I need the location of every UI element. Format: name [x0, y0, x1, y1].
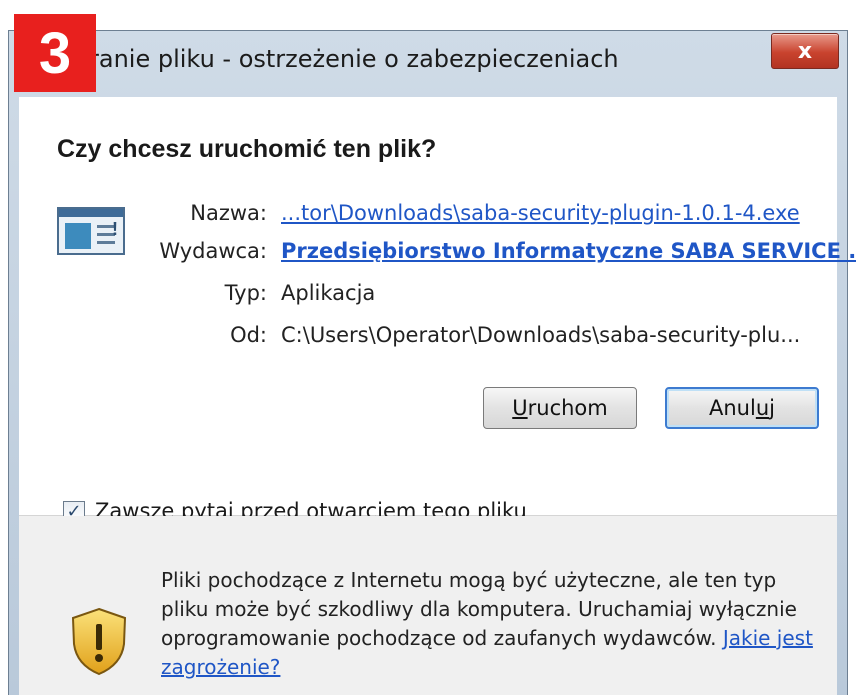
- close-button[interactable]: x: [771, 33, 839, 69]
- warning-shield-icon: [71, 607, 127, 676]
- window-title: ranie pliku - ostrzeżenie o zabezpieczen…: [89, 45, 619, 73]
- warning-text: Pliki pochodzące z Internetu mogą być uż…: [161, 566, 821, 682]
- step-badge: 3: [14, 14, 96, 92]
- type-label: Typ:: [224, 281, 267, 305]
- close-icon: x: [797, 38, 813, 64]
- name-label: Nazwa:: [190, 201, 267, 225]
- upper-panel: Czy chcesz uruchomić ten plik? ! Nazwa: …: [19, 97, 856, 523]
- cancel-label-pre: Anul: [709, 396, 756, 420]
- from-label: Od:: [230, 323, 267, 347]
- cancel-button[interactable]: Anul u j: [665, 387, 819, 429]
- title-bar[interactable]: ranie pliku - ostrzeżenie o zabezpieczen…: [9, 31, 847, 91]
- warning-panel: Pliki pochodzące z Internetu mogą być uż…: [19, 516, 837, 695]
- security-warning-dialog: ranie pliku - ostrzeżenie o zabezpieczen…: [8, 30, 856, 695]
- cancel-mnemonic: u: [755, 396, 770, 420]
- dialog-question: Czy chcesz uruchomić ten plik?: [57, 135, 437, 163]
- type-value: Aplikacja: [281, 281, 376, 305]
- publisher-label: Wydawca:: [159, 239, 267, 263]
- warning-message: Pliki pochodzące z Internetu mogą być uż…: [161, 568, 797, 650]
- run-label: ruchom: [527, 396, 608, 420]
- run-mnemonic: U: [512, 396, 528, 420]
- from-value: C:\Users\Operator\Downloads\saba-securit…: [281, 323, 801, 347]
- file-name-link[interactable]: ...tor\Downloads\saba-security-plugin-1.…: [281, 201, 800, 225]
- dialog-body: Czy chcesz uruchomić ten plik? ! Nazwa: …: [19, 97, 856, 695]
- cancel-label-post: j: [769, 396, 775, 420]
- run-button[interactable]: Uruchom: [483, 387, 637, 429]
- publisher-link[interactable]: Przedsiębiorstwo Informatyczne SABA SERV…: [281, 239, 856, 263]
